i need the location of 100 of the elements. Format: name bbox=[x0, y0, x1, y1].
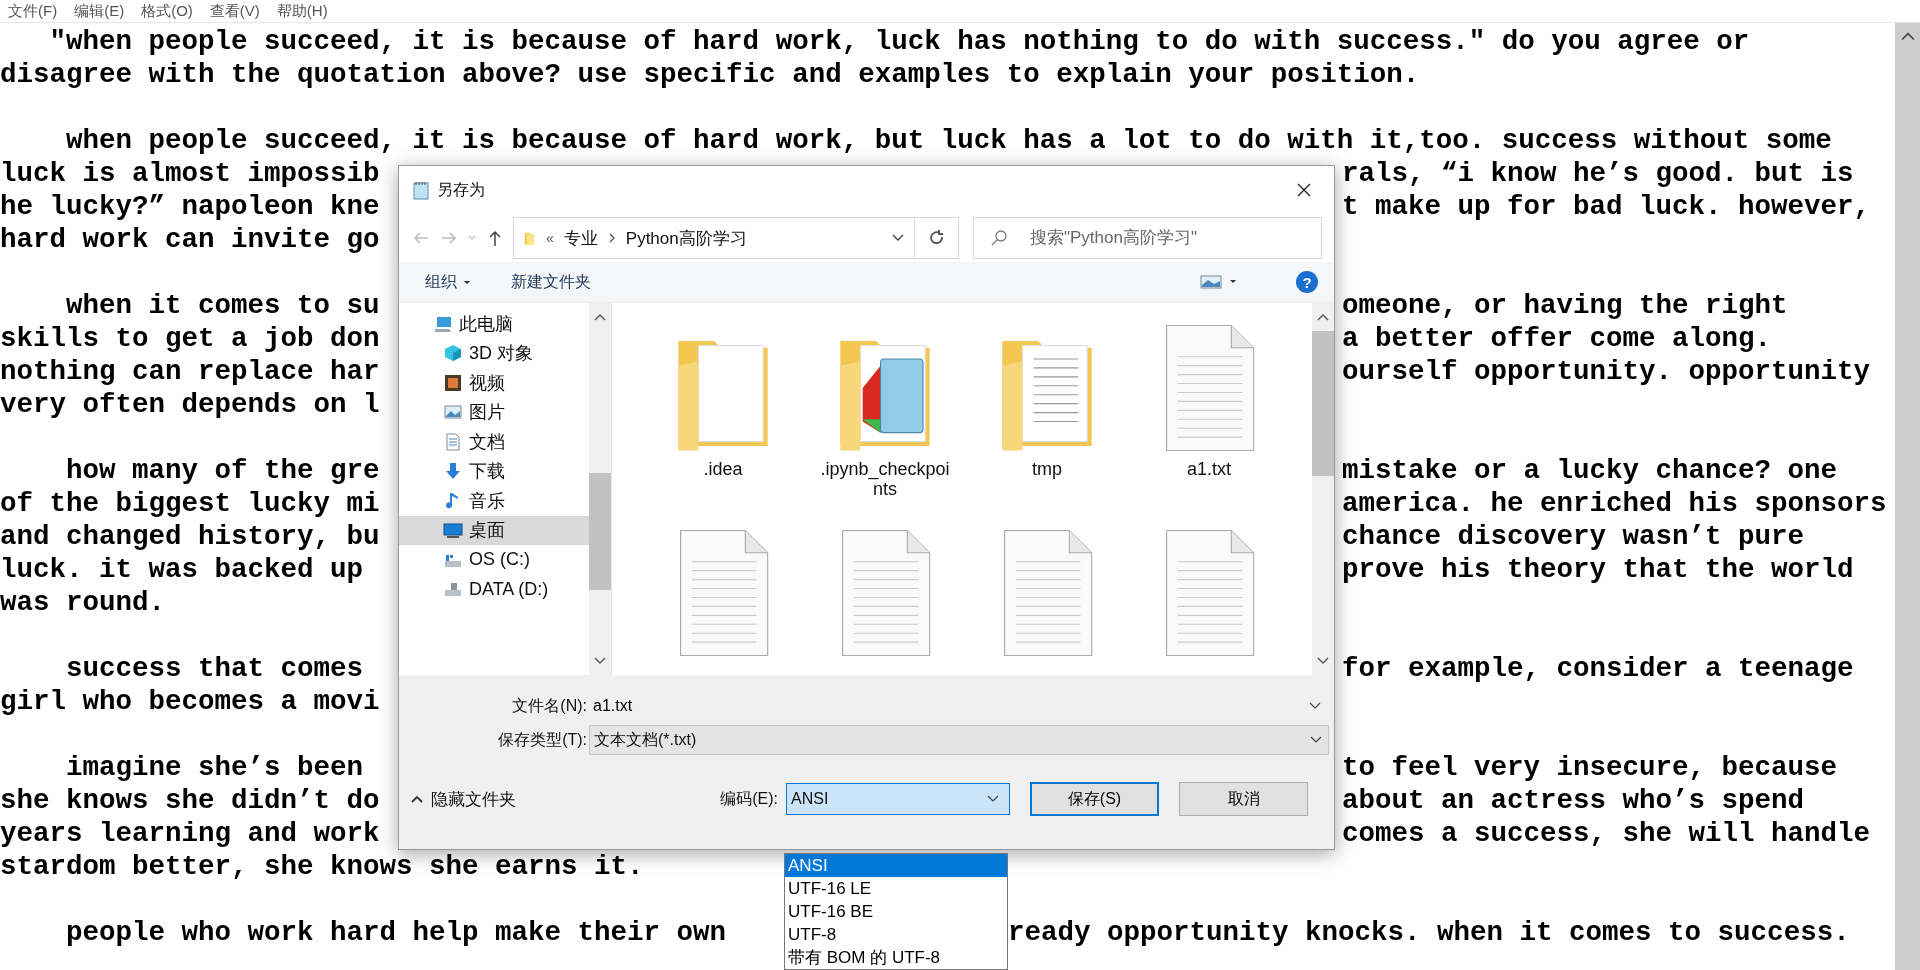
nav-item[interactable]: 桌面 bbox=[399, 515, 589, 545]
nav-item[interactable]: 此电脑 bbox=[399, 309, 589, 339]
help-button[interactable]: ? bbox=[1296, 271, 1318, 293]
field-label: 编码(E): bbox=[720, 788, 778, 809]
hide-folders-toggle[interactable]: 隐藏文件夹 bbox=[411, 787, 516, 811]
cube-icon bbox=[443, 343, 463, 364]
text-line: girl who becomes a movi bbox=[0, 685, 381, 718]
menu-item[interactable]: 编辑(E) bbox=[66, 0, 134, 22]
text-line: very often depends on l bbox=[0, 388, 381, 421]
address-bar[interactable]: « 专业 Python高阶学习 bbox=[513, 217, 915, 259]
nav-item[interactable]: 3D 对象 bbox=[399, 338, 589, 368]
file-name[interactable]: .ipynb_checkpoints bbox=[820, 459, 950, 499]
breadcrumb-item[interactable]: Python高阶学习 bbox=[625, 226, 747, 250]
text-line: success that comes bbox=[65, 652, 365, 685]
cancel-button[interactable]: 取消 bbox=[1179, 782, 1308, 816]
organize-menu[interactable]: 组织 bbox=[425, 271, 471, 293]
caret-icon[interactable] bbox=[1309, 702, 1321, 710]
document-icon bbox=[443, 431, 463, 452]
dialog-title: 另存为 bbox=[437, 179, 486, 200]
breadcrumb-item[interactable]: 专业 bbox=[563, 226, 598, 250]
text-line: disagree with the quotation above? use specific and examples to explain your position. bbox=[0, 58, 1420, 91]
dropdown-option[interactable]: UTF-16 BE bbox=[785, 900, 1007, 923]
text-line: ourself opportunity. opportunity bbox=[1342, 355, 1872, 388]
text-line: and changed history, bu bbox=[0, 520, 381, 553]
scroll-up-icon[interactable] bbox=[1317, 313, 1329, 321]
nav-item[interactable]: 文档 bbox=[399, 427, 589, 457]
text-line: how many of the gre bbox=[65, 454, 381, 487]
nav-item[interactable]: 下载 bbox=[399, 456, 589, 486]
text-line: when it comes to su bbox=[65, 289, 381, 322]
text-line: prove his theory that the world bbox=[1342, 553, 1855, 586]
caret-icon bbox=[411, 795, 423, 803]
text-line: nothing can replace har bbox=[0, 355, 381, 388]
notepad-icon bbox=[411, 180, 431, 200]
menu-item[interactable]: 帮助(H) bbox=[268, 0, 337, 22]
file-type-select[interactable]: 文本文档(*.txt) bbox=[589, 725, 1329, 755]
refresh-button[interactable] bbox=[915, 217, 959, 259]
text-line: "when people succeed, it is because of hard work, luck has nothing to do with success." do you agree or bbox=[48, 25, 1750, 58]
text-line: stardom better, she knows she earns it. bbox=[0, 850, 644, 883]
close-icon[interactable] bbox=[1296, 182, 1312, 198]
scrollbar[interactable] bbox=[589, 303, 611, 675]
scroll-down-icon[interactable] bbox=[594, 657, 606, 665]
nav-item[interactable]: 图片 bbox=[399, 397, 589, 427]
caret-icon[interactable] bbox=[892, 234, 904, 242]
dropdown-option[interactable]: 带有 BOM 的 UTF-8 bbox=[785, 946, 1007, 969]
text-line: ready opportunity knocks. when it comes to success. bbox=[1008, 916, 1851, 949]
search-field[interactable]: 搜索"Python高阶学习" bbox=[973, 217, 1322, 259]
encoding-select[interactable]: ANSI bbox=[786, 783, 1010, 815]
scroll-up-icon[interactable] bbox=[594, 313, 606, 321]
dropdown-option[interactable]: ANSI bbox=[785, 854, 1007, 877]
menu-item[interactable]: 格式(O) bbox=[133, 0, 202, 22]
scrollbar[interactable] bbox=[1895, 23, 1920, 970]
text-line: skills to get a job don bbox=[0, 322, 381, 355]
search-icon bbox=[989, 228, 1009, 248]
chevron-icon[interactable] bbox=[607, 233, 616, 243]
dropdown-option[interactable]: UTF-8 bbox=[785, 923, 1007, 946]
nav-item[interactable]: 音乐 bbox=[399, 486, 589, 516]
file-name-field[interactable]: a1.txt bbox=[589, 691, 1329, 721]
text-line: she knows she didn’t do bbox=[0, 784, 381, 817]
scroll-up-icon[interactable] bbox=[1900, 31, 1915, 41]
text-line: omeone, or having the right bbox=[1342, 289, 1789, 322]
text-line: comes a success, she will handle bbox=[1342, 817, 1872, 850]
new-folder-button[interactable]: 新建文件夹 bbox=[511, 271, 591, 293]
field-label: 保存类型(T): bbox=[497, 729, 588, 750]
field-label: 文件名(N): bbox=[511, 695, 588, 716]
text-line: about an actress who’s spend bbox=[1342, 784, 1806, 817]
text-line: luck is almost impossib bbox=[0, 157, 381, 190]
menu-item[interactable]: 查看(V) bbox=[201, 0, 269, 22]
text-line: for example, consider a teenage bbox=[1342, 652, 1855, 685]
scrollbar[interactable] bbox=[1312, 303, 1334, 675]
film-icon bbox=[443, 372, 463, 393]
text-line: a better offer come along. bbox=[1342, 322, 1773, 355]
text-line: he lucky?” napoleon kne bbox=[0, 190, 381, 223]
text-line: people who work hard help make their own bbox=[65, 916, 728, 949]
text-line: was round. bbox=[0, 586, 166, 619]
file-name[interactable]: a1.txt bbox=[1144, 459, 1274, 479]
caret-icon bbox=[987, 795, 999, 803]
nav-item[interactable]: OS (C:) bbox=[399, 545, 589, 575]
scroll-down-icon[interactable] bbox=[1317, 657, 1329, 665]
save-button[interactable]: 保存(S) bbox=[1030, 782, 1159, 816]
text-line: when people succeed, it is because of hard work, but luck has a lot to do with it,too. success without some bbox=[65, 124, 1832, 157]
text-line: to feel very insecure, because bbox=[1342, 751, 1839, 784]
dropdown-option[interactable]: UTF-16 LE bbox=[785, 877, 1007, 900]
text-line: hard work can invite go bbox=[0, 223, 381, 256]
text-line: chance discovery wasn’t pure bbox=[1342, 520, 1806, 553]
file-name[interactable]: .idea bbox=[658, 459, 788, 479]
monitor-icon bbox=[443, 520, 463, 541]
menu-item[interactable]: 文件(F) bbox=[0, 0, 67, 22]
text-line: years learning and work bbox=[0, 817, 381, 850]
text-line: america. he enriched his sponsors bbox=[1342, 487, 1888, 520]
nav-item[interactable]: DATA (D:) bbox=[399, 574, 589, 604]
nav-item[interactable]: 视频 bbox=[399, 368, 589, 398]
text-line: luck. it was backed up bbox=[0, 553, 365, 586]
text-line: mistake or a lucky chance? one bbox=[1342, 454, 1839, 487]
text-line: of the biggest lucky mi bbox=[0, 487, 381, 520]
text-line: t make up for bad luck. however, bbox=[1342, 190, 1872, 223]
text-line: rals, “i know he’s good. but is bbox=[1342, 157, 1855, 190]
file-name[interactable]: tmp bbox=[982, 459, 1112, 479]
text-line: imagine she’s been bbox=[65, 751, 365, 784]
caret-icon bbox=[1310, 736, 1322, 744]
caret-icon bbox=[463, 279, 471, 285]
